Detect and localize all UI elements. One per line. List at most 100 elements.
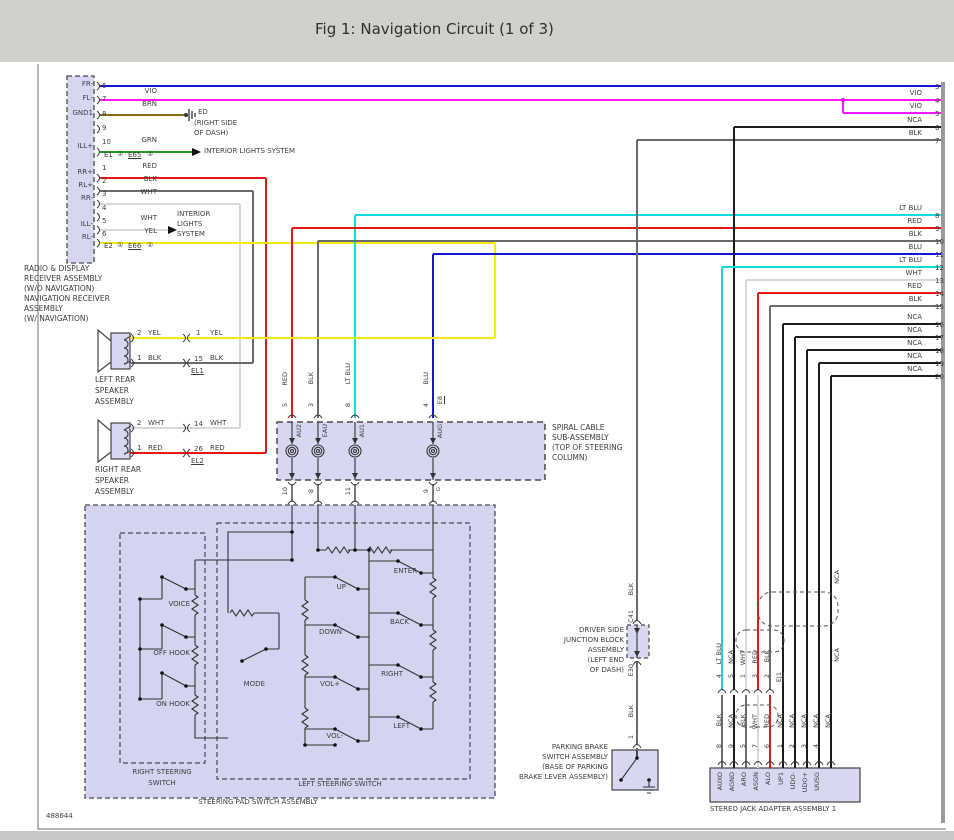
parking-caption-2: SWITCH ASSEMBLY bbox=[542, 753, 608, 761]
lspk-caption-1: LEFT REAR bbox=[95, 375, 136, 384]
radio-caption-6: (W/ NAVIGATION) bbox=[24, 314, 89, 323]
conn-e1-c1: ① bbox=[117, 150, 124, 158]
conn-e8: E8 bbox=[436, 396, 444, 405]
radio-e1-pin10: 10 bbox=[102, 138, 111, 146]
radio-e2-pin3: 3 bbox=[102, 190, 107, 198]
edge-pin7: 7 bbox=[935, 137, 940, 145]
jack-term-udo-minus: UDO- bbox=[789, 772, 797, 790]
edge-col-red2: RED bbox=[907, 282, 922, 290]
parking-caption-3: (BASE OF PARKING bbox=[542, 763, 608, 771]
edge-pin19: 19 bbox=[935, 360, 944, 368]
right-switch-caption-1: RIGHT STEERING bbox=[132, 768, 192, 776]
edge-pin14: 14 bbox=[935, 290, 944, 298]
edge-pin5: 5 bbox=[935, 110, 940, 118]
conn-e2-c1: ① bbox=[117, 241, 124, 249]
radio-pin-ill-minus: ILL- bbox=[80, 220, 93, 228]
conn-e66-c2: ② bbox=[147, 241, 154, 249]
spiral-in3-col: BLK bbox=[307, 372, 315, 385]
rspk-pin1-col: RED bbox=[148, 444, 163, 452]
conn-e30: E30 bbox=[627, 664, 635, 677]
rspk-pin1: 1 bbox=[137, 444, 142, 452]
wirecolor-vio-left: VIO bbox=[144, 87, 157, 95]
edge-col-vio1: VIO bbox=[909, 89, 922, 97]
switch-on-hook: ON HOOK bbox=[156, 700, 190, 708]
jack-term-up1: UP1 bbox=[777, 772, 785, 785]
radio-e2-pin4: 4 bbox=[102, 204, 107, 212]
left-switch-caption: LEFT STEERING SWITCH bbox=[298, 780, 382, 788]
el2-pin26: 26 bbox=[194, 445, 203, 453]
spiral-in8: 8 bbox=[344, 403, 352, 408]
ej1-pin5: 5 bbox=[727, 674, 735, 679]
radio-pin-rl-minus: RL- bbox=[81, 233, 93, 241]
label-layer: FR- FL- GND1 ILL+ RR+ RL+ RR- ILL- RL- 6 7 8 9 10 1 2 3 4… bbox=[0, 0, 954, 840]
ej1-pin1-col: WHT bbox=[739, 650, 747, 666]
wiring-diagram-page: Fig 1: Navigation Circuit (1 of 3) FR- F… bbox=[0, 0, 954, 840]
edge-pin11: 11 bbox=[935, 251, 944, 259]
conn-e1: E1 bbox=[104, 151, 113, 159]
radio-caption-2: RECEIVER ASSEMBLY bbox=[24, 274, 103, 283]
jack-pin-extra-col: NCA bbox=[824, 714, 832, 728]
jack-term-aro: ARO bbox=[740, 772, 748, 787]
edge-col-nca16: NCA bbox=[907, 313, 922, 321]
jack-pin2-col: NCA bbox=[788, 714, 796, 728]
el1-pin1: 1 bbox=[196, 329, 201, 337]
junction-wire-blk-bot: BLK bbox=[627, 705, 635, 718]
lspk-pin2-col: YEL bbox=[148, 329, 161, 337]
jack-term-agnd: AGND bbox=[728, 772, 736, 792]
wirecolor-red-left: RED bbox=[142, 162, 157, 170]
spiral-out8: 8 bbox=[307, 489, 315, 494]
edge-pin12: 12 bbox=[935, 264, 944, 272]
radio-pin-fr-minus: FR- bbox=[81, 80, 93, 88]
spiral-caption-4: COLUMN) bbox=[552, 453, 588, 462]
radio-pin-rr-plus: RR+ bbox=[77, 168, 93, 176]
edge-pin20: 20 bbox=[935, 373, 944, 381]
lspk-caption-3: ASSEMBLY bbox=[95, 397, 134, 406]
jack-pin1-col: NCA bbox=[776, 714, 784, 728]
junction-caption-3: ASSEMBLY bbox=[587, 646, 624, 654]
conn-el2: EL2 bbox=[191, 457, 204, 465]
radio-e2-pin6: 6 bbox=[102, 230, 107, 238]
jack-pin5: 5 bbox=[739, 744, 747, 749]
nca-mid-label2: NCA bbox=[833, 648, 841, 662]
jack-pin8-col: BLK bbox=[715, 714, 723, 727]
ej1-pin2-col: BLK bbox=[763, 650, 771, 663]
radio-pin-fl-minus: FL- bbox=[82, 94, 93, 102]
rspk-pin2-col: WHT bbox=[148, 419, 165, 427]
radio-caption-5: ASSEMBLY bbox=[24, 304, 63, 313]
radio-caption-3: (W/O NAVIGATION) bbox=[24, 284, 95, 293]
radio-caption-4: NAVIGATION RECEIVER bbox=[24, 294, 110, 303]
ej1-pin5-col: NCA bbox=[727, 650, 735, 664]
switch-back: BACK bbox=[390, 618, 409, 626]
ej1-pin4-col: LT BLU bbox=[715, 643, 723, 665]
jack-term-uusg: UUSG bbox=[813, 772, 821, 791]
spiral-in4-col: BLU bbox=[422, 372, 430, 385]
jack-pin7: 7 bbox=[751, 744, 759, 749]
spiral-in4: 4 bbox=[422, 403, 430, 408]
conn-e2: E2 bbox=[104, 242, 113, 250]
edge-col-blk1: BLK bbox=[908, 129, 922, 137]
edge-col-nca17: NCA bbox=[907, 326, 922, 334]
edge-col-blu: BLU bbox=[908, 243, 922, 251]
edge-col-nca1: NCA bbox=[907, 116, 922, 124]
jack-pin9: 9 bbox=[727, 744, 735, 749]
edge-pin15: 15 bbox=[935, 303, 944, 311]
nca-mid-label1: NCA bbox=[833, 570, 841, 584]
rspk-pin2: 2 bbox=[137, 419, 142, 427]
wirecolor-blk-left: BLK bbox=[143, 175, 157, 183]
el1-pin15: 15 bbox=[194, 355, 203, 363]
edge-pin18: 18 bbox=[935, 347, 944, 355]
radio-e2-pin5: 5 bbox=[102, 217, 107, 225]
edge-col-vio2: VIO bbox=[909, 102, 922, 110]
el2-pin26-col: RED bbox=[210, 444, 225, 452]
switch-down: DOWN bbox=[318, 628, 342, 636]
wirecolor-grn-left: GRN bbox=[141, 136, 157, 144]
conn-e65: E65 bbox=[128, 151, 142, 159]
switch-left: LEFT bbox=[393, 722, 410, 730]
radio-pin-rl-plus: RL+ bbox=[78, 181, 93, 189]
jack-pin8: 8 bbox=[715, 744, 723, 749]
edge-pin9: 9 bbox=[935, 225, 940, 233]
ground-ed-loc2: OF DASH) bbox=[194, 129, 229, 137]
edge-col-nca20: NCA bbox=[907, 365, 922, 373]
radio-pin-gnd1: GND1 bbox=[72, 109, 93, 117]
switch-mode: MODE bbox=[243, 680, 265, 688]
